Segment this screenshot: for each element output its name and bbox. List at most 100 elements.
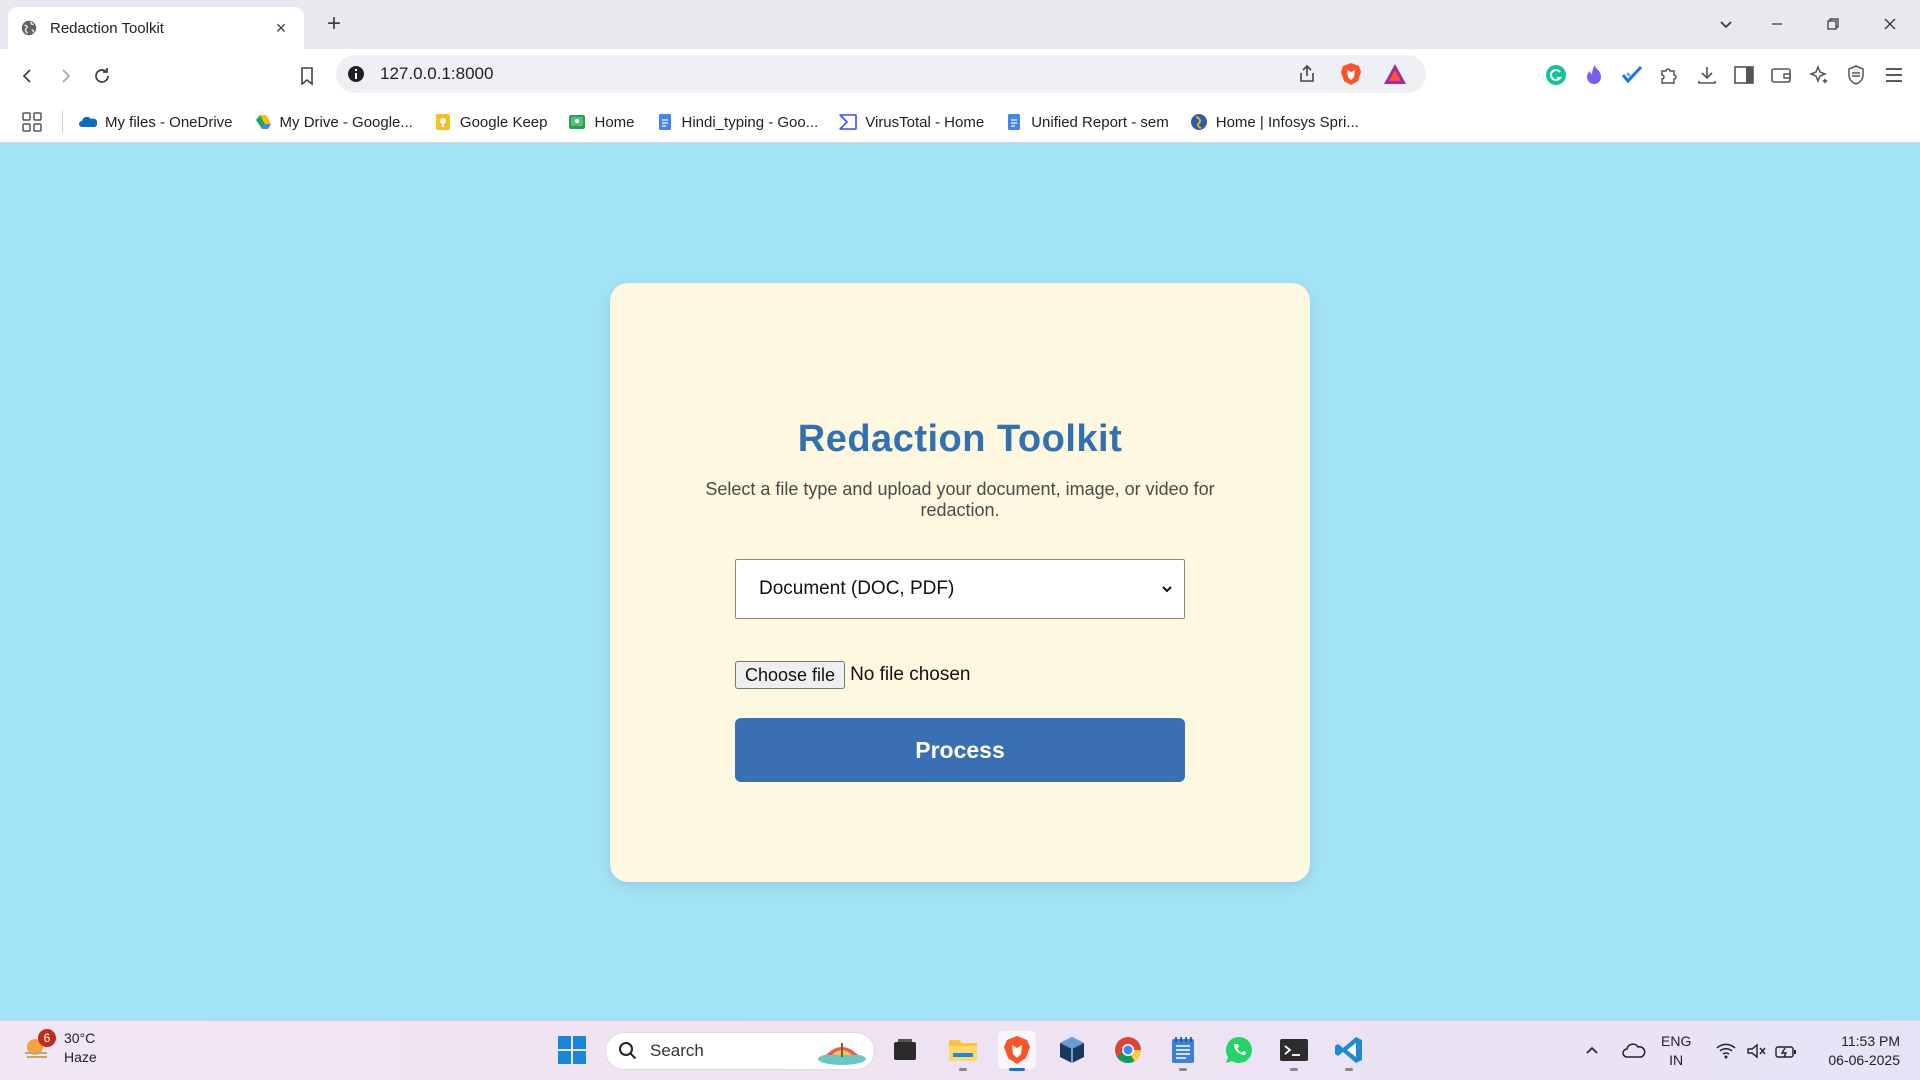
- reload-icon: [95, 68, 109, 83]
- start-button[interactable]: [553, 1031, 591, 1069]
- google-keep-icon: [435, 114, 450, 130]
- download-icon[interactable]: [1694, 62, 1720, 88]
- bookmarks-bar: My files - OneDrive My Drive - Google...…: [0, 102, 1920, 143]
- vpn-shield-icon[interactable]: [1843, 62, 1869, 88]
- running-indicator: [1290, 1068, 1298, 1071]
- arrow-left-icon: [22, 69, 31, 83]
- virtualbox-icon: [1060, 1037, 1084, 1063]
- bookmark-home-classroom[interactable]: Home: [568, 113, 635, 131]
- bookmark-button[interactable]: [292, 61, 322, 91]
- bookmark-onedrive[interactable]: My files - OneDrive: [79, 113, 233, 131]
- language-indicator[interactable]: ENG IN: [1661, 1032, 1691, 1070]
- globe-icon: [21, 20, 37, 36]
- taskbar-notepad[interactable]: [1164, 1031, 1202, 1071]
- taskbar-brave[interactable]: [998, 1031, 1036, 1071]
- file-type-selected-value: Document (DOC, PDF): [759, 578, 955, 599]
- google-drive-icon: [255, 115, 271, 129]
- folder-icon: [949, 1040, 977, 1061]
- extensions-puzzle-icon[interactable]: [1656, 62, 1682, 88]
- system-clock[interactable]: 11:53 PM 06-06-2025: [1810, 1032, 1900, 1070]
- tab-redaction-toolkit[interactable]: Redaction Toolkit ×: [8, 7, 304, 49]
- wallet-icon[interactable]: [1768, 62, 1794, 88]
- bookmark-label: My Drive - Google...: [279, 113, 413, 131]
- brave-rewards-icon[interactable]: [1382, 61, 1408, 87]
- close-icon: [1884, 18, 1896, 30]
- terminal-icon: [1280, 1039, 1308, 1061]
- bookmark-google-drive[interactable]: My Drive - Google...: [254, 113, 413, 131]
- vscode-icon: [1335, 1037, 1362, 1063]
- file-type-select[interactable]: Document (DOC, PDF): [735, 559, 1185, 619]
- minimize-button[interactable]: [1757, 10, 1797, 38]
- taskbar-terminal[interactable]: [1275, 1031, 1313, 1071]
- show-hidden-icons-button[interactable]: [1582, 1033, 1602, 1069]
- bookmark-hindi-typing[interactable]: Hindi_typing - Goo...: [656, 113, 818, 131]
- windows-taskbar: 6 30°C Haze Search ENG IN 11:53 PM 06-06…: [0, 1020, 1920, 1080]
- onedrive-icon: [79, 116, 97, 127]
- battery-icon[interactable]: [1774, 1033, 1798, 1069]
- back-button[interactable]: [13, 61, 43, 91]
- chrome-icon: [1115, 1037, 1142, 1064]
- taskbar-virtualbox[interactable]: [1053, 1031, 1091, 1069]
- tab-title: Redaction Toolkit: [50, 19, 164, 37]
- restore-icon: [1827, 18, 1839, 30]
- process-button[interactable]: Process: [735, 718, 1185, 782]
- bookmark-label: Home: [594, 113, 635, 131]
- apps-grid-icon[interactable]: [20, 110, 44, 134]
- bookmark-separator: [62, 111, 63, 133]
- bookmark-google-keep[interactable]: Google Keep: [434, 113, 548, 131]
- taskbar-whatsapp[interactable]: [1220, 1031, 1258, 1069]
- classroom-icon: [569, 115, 586, 129]
- bookmark-label: Google Keep: [459, 113, 548, 131]
- bookmark-icon: [301, 67, 313, 86]
- extension-flame-icon[interactable]: [1581, 62, 1607, 88]
- file-status-text: No file chosen: [850, 664, 971, 685]
- language-code: ENG: [1661, 1033, 1692, 1049]
- page-title: Redaction Toolkit: [797, 418, 1123, 460]
- onedrive-tray-icon[interactable]: [1620, 1033, 1648, 1069]
- sidebar-icon[interactable]: [1731, 62, 1757, 88]
- file-input[interactable]: Choose file No file chosen: [735, 661, 970, 689]
- virustotal-icon: [839, 114, 858, 130]
- reload-button[interactable]: [87, 61, 117, 91]
- close-window-button[interactable]: [1870, 10, 1910, 38]
- weather-widget[interactable]: 6 30°C Haze: [22, 1029, 97, 1067]
- extension-check-icon[interactable]: [1619, 62, 1645, 88]
- url-text[interactable]: 127.0.0.1:8000: [380, 64, 1294, 84]
- taskbar-vscode[interactable]: [1330, 1031, 1368, 1071]
- volume-muted-icon[interactable]: [1744, 1033, 1768, 1069]
- restore-button[interactable]: [1813, 10, 1853, 38]
- task-view-button[interactable]: [886, 1031, 924, 1069]
- share-icon[interactable]: [1294, 61, 1320, 87]
- address-bar[interactable]: 127.0.0.1:8000: [336, 55, 1426, 93]
- menu-icon[interactable]: [1881, 62, 1907, 88]
- active-indicator: [1009, 1068, 1025, 1071]
- brave-browser-icon: [1004, 1036, 1030, 1064]
- infosys-icon: [1190, 114, 1207, 130]
- google-docs-icon: [658, 114, 671, 130]
- chevron-down-icon: [1162, 586, 1172, 593]
- whatsapp-icon: [1225, 1036, 1252, 1063]
- taskbar-file-explorer[interactable]: [944, 1031, 982, 1071]
- new-tab-button[interactable]: +: [320, 11, 348, 39]
- bookmark-infosys-springboard[interactable]: Home | Infosys Spri...: [1190, 113, 1359, 131]
- chevron-up-icon: [1586, 1046, 1598, 1054]
- forward-button[interactable]: [50, 61, 80, 91]
- close-tab-icon[interactable]: ×: [272, 19, 290, 37]
- wifi-icon[interactable]: [1714, 1033, 1738, 1069]
- task-view-icon: [894, 1039, 916, 1060]
- google-docs-icon: [1008, 114, 1021, 130]
- tab-search-button[interactable]: [1706, 10, 1746, 38]
- leo-ai-icon[interactable]: [1806, 62, 1832, 88]
- bookmark-virustotal[interactable]: VirusTotal - Home: [839, 113, 984, 131]
- page-subtitle: Select a file type and upload your docum…: [705, 479, 1215, 520]
- bookmark-unified-report[interactable]: Unified Report - sem: [1005, 113, 1169, 131]
- tab-strip: Redaction Toolkit × +: [0, 0, 1920, 49]
- choose-file-button[interactable]: Choose file: [735, 661, 846, 689]
- taskbar-search[interactable]: Search: [605, 1032, 875, 1070]
- brave-shields-icon[interactable]: [1338, 61, 1364, 87]
- grammarly-icon[interactable]: [1543, 62, 1569, 88]
- taskbar-chrome[interactable]: [1109, 1031, 1147, 1069]
- chevron-down-icon: [1720, 21, 1732, 29]
- site-info-icon[interactable]: [346, 64, 366, 84]
- minimize-icon: [1772, 23, 1782, 25]
